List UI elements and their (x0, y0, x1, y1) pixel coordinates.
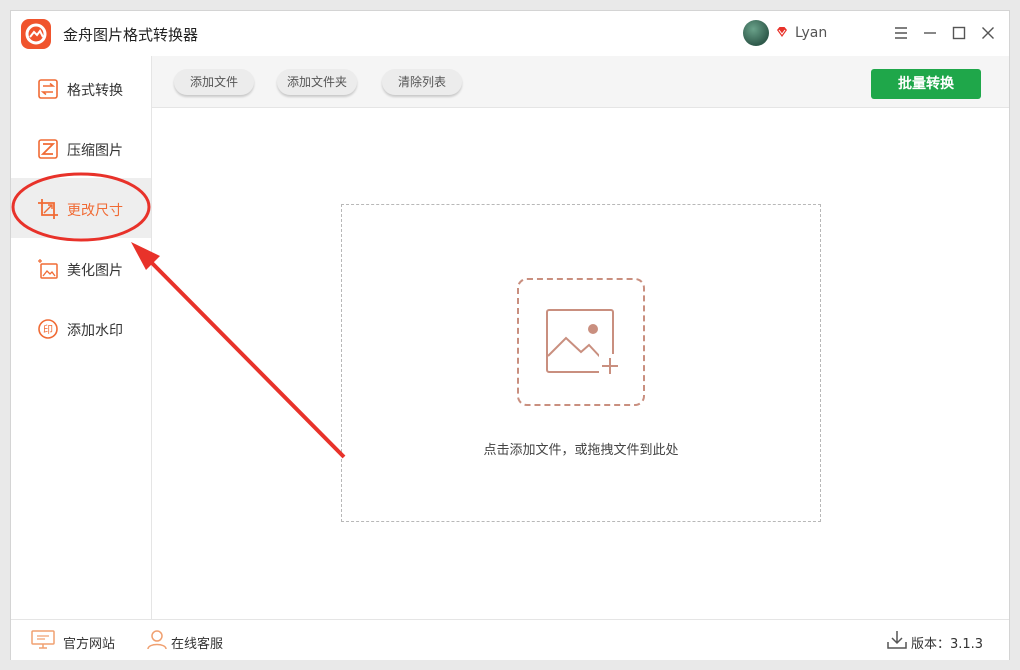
svg-text:印: 印 (43, 324, 53, 336)
online-support-link[interactable]: 在线客服 (171, 633, 223, 652)
toolbar: 添加文件 添加文件夹 清除列表 批量转换 (152, 56, 1009, 108)
app-title: 金舟图片格式转换器 (63, 26, 199, 44)
sidebar-item-format-convert[interactable]: 格式转换 (11, 58, 151, 118)
sidebar-item-watermark[interactable]: 印 添加水印 (11, 298, 151, 358)
file-drop-zone[interactable]: 点击添加文件，或拖拽文件到此处 (341, 204, 821, 522)
version-label: 版本：3.1.3 (911, 637, 984, 652)
batch-convert-button[interactable]: 批量转换 (871, 69, 981, 99)
watermark-icon: 印 (37, 318, 59, 340)
download-update-icon[interactable] (885, 630, 909, 650)
clear-list-button[interactable]: 清除列表 (382, 69, 462, 95)
sidebar-item-label: 更改尺寸 (67, 203, 123, 219)
maximize-icon[interactable] (947, 21, 971, 45)
add-folder-button[interactable]: 添加文件夹 (277, 69, 357, 95)
user-avatar[interactable] (743, 20, 769, 46)
beautify-icon (37, 258, 59, 280)
title-bar: 金舟图片格式转换器 Lyan (11, 11, 1009, 57)
sidebar-item-label: 压缩图片 (67, 143, 123, 159)
menu-icon[interactable] (889, 21, 913, 45)
close-icon[interactable] (976, 21, 1000, 45)
app-logo-icon (21, 19, 51, 49)
sidebar-item-label: 美化图片 (67, 263, 123, 279)
resize-icon (37, 198, 59, 220)
sidebar-item-label: 格式转换 (67, 83, 123, 99)
sidebar: 格式转换 压缩图片 更改尺寸 美化图片 印 添加水印 (11, 56, 152, 619)
website-link[interactable]: 官方网站 (63, 633, 115, 652)
sidebar-item-beautify[interactable]: 美化图片 (11, 238, 151, 298)
add-file-button[interactable]: 添加文件 (174, 69, 254, 95)
username[interactable]: Lyan (795, 25, 827, 41)
footer: 官方网站 在线客服 版本：3.1.3 (11, 619, 1009, 660)
sidebar-item-compress[interactable]: 压缩图片 (11, 118, 151, 178)
app-window: 金舟图片格式转换器 Lyan 格式转换 压缩图片 更改尺寸 美化图片 印 添加水… (10, 10, 1010, 660)
compress-icon (37, 138, 59, 160)
drop-hint-text: 点击添加文件，或拖拽文件到此处 (483, 443, 679, 458)
add-image-button[interactable] (517, 278, 645, 406)
add-image-icon (546, 309, 621, 376)
sidebar-item-resize[interactable]: 更改尺寸 (11, 178, 151, 238)
support-person-icon[interactable] (145, 630, 169, 650)
sidebar-item-label: 添加水印 (67, 323, 123, 339)
convert-icon (37, 78, 59, 100)
minimize-icon[interactable] (918, 21, 942, 45)
vip-diamond-icon (775, 24, 789, 38)
website-monitor-icon[interactable] (31, 630, 55, 650)
